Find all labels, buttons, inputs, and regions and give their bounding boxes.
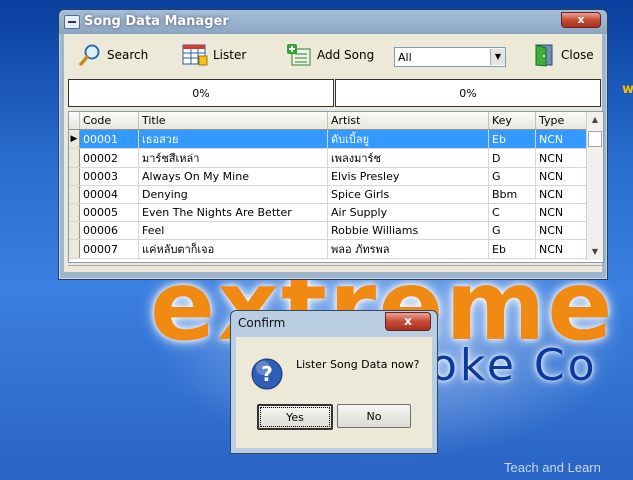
cell-title[interactable]: แค่หลับตาก็เจอ — [138, 239, 328, 259]
cell-key[interactable]: C — [488, 203, 536, 222]
window-title: Song Data Manager — [84, 14, 229, 29]
table-row[interactable]: ▶ 00001 เธอสวย ดับเบิ้ลยู Eb NCN — [69, 129, 589, 149]
background-edge-letter: w — [622, 82, 633, 97]
column-header-artist[interactable]: Artist — [327, 112, 489, 130]
cell-code[interactable]: 00005 — [79, 203, 139, 222]
row-indicator[interactable] — [69, 221, 80, 240]
song-table[interactable]: Code Title Artist Key Type ▶ 00001 เธอสวยด… — [68, 111, 604, 263]
cell-code[interactable]: 00002 — [79, 148, 139, 168]
cell-artist[interactable]: เพลงมาร์ช — [327, 148, 489, 168]
cell-artist[interactable]: Spice Girls — [327, 185, 489, 204]
cell-artist[interactable]: Robbie Williams — [327, 221, 489, 240]
cell-key[interactable]: G — [488, 221, 536, 240]
status-bar — [68, 265, 602, 272]
table-row[interactable]: 00004 Denying Spice Girls Bbm NCN — [69, 185, 589, 204]
row-indicator-header — [69, 112, 80, 130]
confirm-dialog: Confirm x ? Lister Song Data now? Yes No — [230, 310, 438, 454]
cell-title[interactable]: Denying — [138, 185, 328, 204]
row-indicator[interactable] — [69, 148, 80, 168]
window-titlebar[interactable]: Song Data Manager x — [59, 10, 607, 34]
row-indicator[interactable]: ▶ — [69, 129, 80, 149]
progress-left-text: 0% — [192, 86, 210, 100]
cell-artist[interactable]: Elvis Presley — [327, 167, 489, 186]
dialog-close-button[interactable]: x — [385, 312, 431, 331]
table-row[interactable]: 00002 มาร์ชสีเหล่า เพลงมาร์ช D NCN — [69, 148, 589, 168]
scroll-up-icon[interactable]: ▲ — [587, 112, 603, 128]
row-indicator[interactable] — [69, 239, 80, 259]
progress-right-text: 0% — [459, 86, 477, 100]
question-icon: ? — [251, 358, 283, 390]
system-menu-icon[interactable] — [64, 15, 80, 29]
door-exit-icon — [535, 44, 553, 67]
cell-type[interactable]: NCN — [535, 129, 589, 149]
cell-artist[interactable]: ดับเบิ้ลยู — [327, 129, 489, 149]
song-data-manager-window: Song Data Manager x Search Lister Add So… — [58, 9, 608, 280]
cell-type[interactable]: NCN — [535, 148, 589, 168]
table-row[interactable]: 00005 Even The Nights Are Better Air Suppl… — [69, 203, 589, 222]
svg-text:?: ? — [261, 362, 273, 386]
cell-code[interactable]: 00004 — [79, 185, 139, 204]
cell-code[interactable]: 00001 — [79, 129, 139, 149]
filter-value: All — [398, 50, 412, 64]
cell-type[interactable]: NCN — [535, 185, 589, 204]
cell-key[interactable]: G — [488, 167, 536, 186]
cell-artist[interactable]: พลอ ภัทรพล — [327, 239, 489, 259]
cell-code[interactable]: 00006 — [79, 221, 139, 240]
chevron-down-icon[interactable]: ▼ — [490, 49, 505, 65]
row-indicator[interactable] — [69, 167, 80, 186]
cell-title[interactable]: มาร์ชสีเหล่า — [138, 148, 328, 168]
watermark: Teach and Learn — [504, 460, 601, 475]
column-header-type[interactable]: Type — [535, 112, 589, 130]
dialog-message: Lister Song Data now? — [296, 358, 420, 371]
column-header-key[interactable]: Key — [488, 112, 536, 130]
progress-left: 0% — [68, 79, 334, 107]
cell-key[interactable]: Bbm — [488, 185, 536, 204]
search-button[interactable]: Search — [78, 42, 148, 68]
table-row[interactable]: 00003 Always On My Mine Elvis Presley G NCN — [69, 167, 589, 186]
cell-key[interactable]: Eb — [488, 239, 536, 259]
close-button[interactable]: Close — [534, 42, 594, 68]
add-song-label: Add Song — [317, 48, 375, 62]
cell-key[interactable]: D — [488, 148, 536, 168]
filter-dropdown[interactable]: All ▼ — [394, 47, 506, 67]
toolbar: Search Lister Add Song All ▼ Close — [64, 34, 602, 74]
row-indicator[interactable] — [69, 185, 80, 204]
cell-type[interactable]: NCN — [535, 203, 589, 222]
scroll-thumb[interactable] — [588, 131, 602, 147]
row-indicator[interactable] — [69, 203, 80, 222]
add-song-button[interactable]: Add Song — [286, 42, 374, 68]
dialog-client: ? Lister Song Data now? Yes No — [236, 337, 432, 448]
yes-button[interactable]: Yes — [257, 404, 333, 430]
add-song-icon — [287, 44, 311, 66]
cell-title[interactable]: Even The Nights Are Better — [138, 203, 328, 222]
cell-title[interactable]: เธอสวย — [138, 129, 328, 149]
no-button[interactable]: No — [337, 404, 411, 428]
cell-title[interactable]: Feel — [138, 221, 328, 240]
search-label: Search — [107, 48, 149, 62]
window-close-button[interactable]: x — [561, 12, 601, 28]
lister-button[interactable]: Lister — [182, 42, 246, 68]
cell-type[interactable]: NCN — [535, 221, 589, 240]
progress-right: 0% — [335, 79, 601, 107]
window-client: Search Lister Add Song All ▼ Close 0% 0%… — [64, 34, 604, 272]
close-label: Close — [561, 48, 594, 62]
cell-key[interactable]: Eb — [488, 129, 536, 149]
background-logo-subtext: oke Co — [430, 340, 598, 391]
dialog-title: Confirm — [238, 316, 286, 330]
cell-title[interactable]: Always On My Mine — [138, 167, 328, 186]
table-list-icon — [182, 44, 208, 66]
cell-artist[interactable]: Air Supply — [327, 203, 489, 222]
column-header-code[interactable]: Code — [79, 112, 139, 130]
lister-label: Lister — [213, 48, 247, 62]
cell-code[interactable]: 00007 — [79, 239, 139, 259]
table-row[interactable]: 00006 Feel Robbie Williams G NCN — [69, 221, 589, 240]
cell-code[interactable]: 00003 — [79, 167, 139, 186]
vertical-scrollbar[interactable]: ▲ ▼ — [586, 112, 603, 260]
scroll-down-icon[interactable]: ▼ — [587, 244, 603, 260]
cell-type[interactable]: NCN — [535, 239, 589, 259]
magnifier-icon — [79, 44, 100, 66]
cell-type[interactable]: NCN — [535, 167, 589, 186]
table-row[interactable]: 00007 แค่หลับตาก็เจอ พลอ ภัทรพล Eb NCN — [69, 239, 589, 259]
column-header-title[interactable]: Title — [138, 112, 328, 130]
